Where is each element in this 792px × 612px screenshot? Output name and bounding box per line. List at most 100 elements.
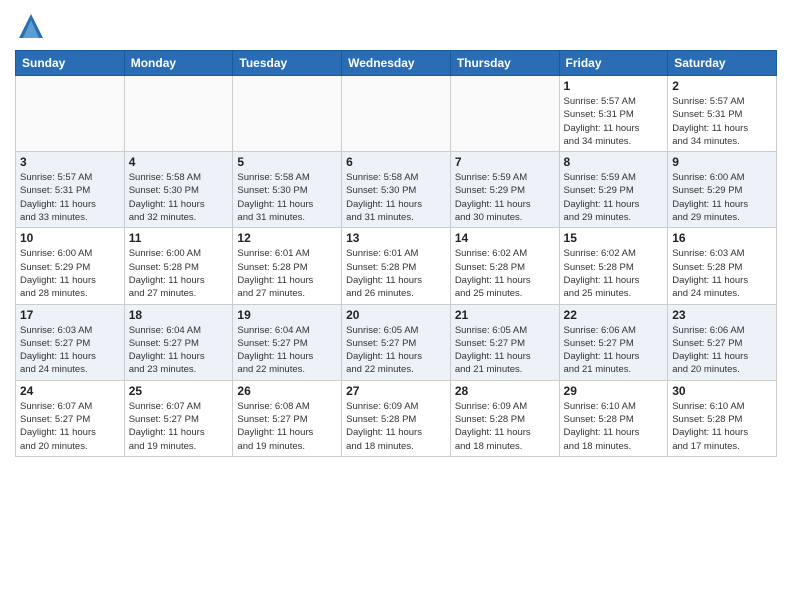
day-info: Sunrise: 6:10 AM Sunset: 5:28 PM Dayligh… bbox=[672, 400, 772, 453]
day-number: 16 bbox=[672, 231, 772, 245]
day-info: Sunrise: 6:00 AM Sunset: 5:29 PM Dayligh… bbox=[20, 247, 120, 300]
calendar-day-cell: 14 Sunrise: 6:02 AM Sunset: 5:28 PM Dayli… bbox=[450, 228, 559, 304]
weekday-header-wednesday: Wednesday bbox=[342, 51, 451, 76]
calendar-day-cell: 28 Sunrise: 6:09 AM Sunset: 5:28 PM Dayli… bbox=[450, 380, 559, 456]
calendar-day-cell: 11 Sunrise: 6:00 AM Sunset: 5:28 PM Dayli… bbox=[124, 228, 233, 304]
calendar-week-row: 17 Sunrise: 6:03 AM Sunset: 5:27 PM Dayli… bbox=[16, 304, 777, 380]
day-number: 2 bbox=[672, 79, 772, 93]
day-number: 14 bbox=[455, 231, 555, 245]
logo-icon bbox=[15, 10, 47, 42]
day-number: 3 bbox=[20, 155, 120, 169]
day-info: Sunrise: 6:01 AM Sunset: 5:28 PM Dayligh… bbox=[346, 247, 446, 300]
calendar-day-cell: 25 Sunrise: 6:07 AM Sunset: 5:27 PM Dayli… bbox=[124, 380, 233, 456]
day-info: Sunrise: 6:06 AM Sunset: 5:27 PM Dayligh… bbox=[672, 324, 772, 377]
calendar-day-cell: 15Sunrise: 6:02 AM Sunset: 5:28 PM Dayli… bbox=[559, 228, 668, 304]
day-number: 9 bbox=[672, 155, 772, 169]
calendar-day-cell: 22Sunrise: 6:06 AM Sunset: 5:27 PM Dayli… bbox=[559, 304, 668, 380]
day-number: 5 bbox=[237, 155, 337, 169]
day-number: 27 bbox=[346, 384, 446, 398]
weekday-header-friday: Friday bbox=[559, 51, 668, 76]
day-info: Sunrise: 6:05 AM Sunset: 5:27 PM Dayligh… bbox=[455, 324, 555, 377]
calendar-week-row: 24 Sunrise: 6:07 AM Sunset: 5:27 PM Dayli… bbox=[16, 380, 777, 456]
day-info: Sunrise: 5:57 AM Sunset: 5:31 PM Dayligh… bbox=[564, 95, 664, 148]
calendar-day-cell: 17 Sunrise: 6:03 AM Sunset: 5:27 PM Dayli… bbox=[16, 304, 125, 380]
calendar-day-cell: 3 Sunrise: 5:57 AM Sunset: 5:31 PM Daylig… bbox=[16, 152, 125, 228]
calendar-week-row: 1 Sunrise: 5:57 AM Sunset: 5:31 PM Daylig… bbox=[16, 76, 777, 152]
day-info: Sunrise: 5:57 AM Sunset: 5:31 PM Dayligh… bbox=[20, 171, 120, 224]
day-info: Sunrise: 5:58 AM Sunset: 5:30 PM Dayligh… bbox=[237, 171, 337, 224]
calendar-day-cell bbox=[342, 76, 451, 152]
calendar-day-cell bbox=[450, 76, 559, 152]
calendar-day-cell: 4 Sunrise: 5:58 AM Sunset: 5:30 PM Daylig… bbox=[124, 152, 233, 228]
day-number: 11 bbox=[129, 231, 229, 245]
calendar-day-cell: 13 Sunrise: 6:01 AM Sunset: 5:28 PM Dayli… bbox=[342, 228, 451, 304]
day-info: Sunrise: 6:04 AM Sunset: 5:27 PM Dayligh… bbox=[237, 324, 337, 377]
calendar-day-cell: 16 Sunrise: 6:03 AM Sunset: 5:28 PM Dayli… bbox=[668, 228, 777, 304]
calendar-day-cell: 1 Sunrise: 5:57 AM Sunset: 5:31 PM Daylig… bbox=[559, 76, 668, 152]
day-info: Sunrise: 6:08 AM Sunset: 5:27 PM Dayligh… bbox=[237, 400, 337, 453]
day-number: 1 bbox=[564, 79, 664, 93]
day-number: 25 bbox=[129, 384, 229, 398]
calendar: SundayMondayTuesdayWednesdayThursdayFrid… bbox=[15, 50, 777, 457]
day-info: Sunrise: 6:09 AM Sunset: 5:28 PM Dayligh… bbox=[455, 400, 555, 453]
day-number: 8 bbox=[564, 155, 664, 169]
calendar-day-cell bbox=[233, 76, 342, 152]
day-number: 21 bbox=[455, 308, 555, 322]
day-number: 7 bbox=[455, 155, 555, 169]
weekday-header-sunday: Sunday bbox=[16, 51, 125, 76]
calendar-day-cell: 20Sunrise: 6:05 AM Sunset: 5:27 PM Dayli… bbox=[342, 304, 451, 380]
day-info: Sunrise: 5:58 AM Sunset: 5:30 PM Dayligh… bbox=[129, 171, 229, 224]
calendar-day-cell bbox=[16, 76, 125, 152]
calendar-day-cell: 19Sunrise: 6:04 AM Sunset: 5:27 PM Dayli… bbox=[233, 304, 342, 380]
day-number: 22 bbox=[564, 308, 664, 322]
calendar-day-cell: 18 Sunrise: 6:04 AM Sunset: 5:27 PM Dayli… bbox=[124, 304, 233, 380]
calendar-day-cell bbox=[124, 76, 233, 152]
calendar-day-cell: 2 Sunrise: 5:57 AM Sunset: 5:31 PM Daylig… bbox=[668, 76, 777, 152]
page: SundayMondayTuesdayWednesdayThursdayFrid… bbox=[0, 0, 792, 612]
day-info: Sunrise: 5:58 AM Sunset: 5:30 PM Dayligh… bbox=[346, 171, 446, 224]
calendar-day-cell: 7 Sunrise: 5:59 AM Sunset: 5:29 PM Daylig… bbox=[450, 152, 559, 228]
weekday-header-monday: Monday bbox=[124, 51, 233, 76]
day-info: Sunrise: 6:01 AM Sunset: 5:28 PM Dayligh… bbox=[237, 247, 337, 300]
day-number: 13 bbox=[346, 231, 446, 245]
calendar-day-cell: 21 Sunrise: 6:05 AM Sunset: 5:27 PM Dayli… bbox=[450, 304, 559, 380]
day-number: 28 bbox=[455, 384, 555, 398]
header bbox=[15, 10, 777, 42]
calendar-day-cell: 10 Sunrise: 6:00 AM Sunset: 5:29 PM Dayli… bbox=[16, 228, 125, 304]
calendar-week-row: 3 Sunrise: 5:57 AM Sunset: 5:31 PM Daylig… bbox=[16, 152, 777, 228]
day-info: Sunrise: 6:03 AM Sunset: 5:27 PM Dayligh… bbox=[20, 324, 120, 377]
day-info: Sunrise: 6:07 AM Sunset: 5:27 PM Dayligh… bbox=[20, 400, 120, 453]
day-info: Sunrise: 6:03 AM Sunset: 5:28 PM Dayligh… bbox=[672, 247, 772, 300]
calendar-day-cell: 9Sunrise: 6:00 AM Sunset: 5:29 PM Daylig… bbox=[668, 152, 777, 228]
calendar-day-cell: 24 Sunrise: 6:07 AM Sunset: 5:27 PM Dayli… bbox=[16, 380, 125, 456]
day-number: 6 bbox=[346, 155, 446, 169]
calendar-day-cell: 8 Sunrise: 5:59 AM Sunset: 5:29 PM Daylig… bbox=[559, 152, 668, 228]
calendar-day-cell: 30 Sunrise: 6:10 AM Sunset: 5:28 PM Dayli… bbox=[668, 380, 777, 456]
calendar-day-cell: 12Sunrise: 6:01 AM Sunset: 5:28 PM Dayli… bbox=[233, 228, 342, 304]
calendar-day-cell: 6 Sunrise: 5:58 AM Sunset: 5:30 PM Daylig… bbox=[342, 152, 451, 228]
calendar-day-cell: 23Sunrise: 6:06 AM Sunset: 5:27 PM Dayli… bbox=[668, 304, 777, 380]
day-info: Sunrise: 6:02 AM Sunset: 5:28 PM Dayligh… bbox=[455, 247, 555, 300]
day-info: Sunrise: 6:07 AM Sunset: 5:27 PM Dayligh… bbox=[129, 400, 229, 453]
day-info: Sunrise: 5:57 AM Sunset: 5:31 PM Dayligh… bbox=[672, 95, 772, 148]
day-info: Sunrise: 6:02 AM Sunset: 5:28 PM Dayligh… bbox=[564, 247, 664, 300]
day-number: 10 bbox=[20, 231, 120, 245]
day-number: 18 bbox=[129, 308, 229, 322]
calendar-header-row: SundayMondayTuesdayWednesdayThursdayFrid… bbox=[16, 51, 777, 76]
day-number: 20 bbox=[346, 308, 446, 322]
day-number: 17 bbox=[20, 308, 120, 322]
day-info: Sunrise: 6:04 AM Sunset: 5:27 PM Dayligh… bbox=[129, 324, 229, 377]
day-info: Sunrise: 5:59 AM Sunset: 5:29 PM Dayligh… bbox=[455, 171, 555, 224]
day-info: Sunrise: 6:09 AM Sunset: 5:28 PM Dayligh… bbox=[346, 400, 446, 453]
weekday-header-tuesday: Tuesday bbox=[233, 51, 342, 76]
weekday-header-saturday: Saturday bbox=[668, 51, 777, 76]
day-info: Sunrise: 5:59 AM Sunset: 5:29 PM Dayligh… bbox=[564, 171, 664, 224]
day-number: 30 bbox=[672, 384, 772, 398]
day-number: 24 bbox=[20, 384, 120, 398]
day-info: Sunrise: 6:10 AM Sunset: 5:28 PM Dayligh… bbox=[564, 400, 664, 453]
day-number: 4 bbox=[129, 155, 229, 169]
day-info: Sunrise: 6:00 AM Sunset: 5:28 PM Dayligh… bbox=[129, 247, 229, 300]
weekday-header-thursday: Thursday bbox=[450, 51, 559, 76]
calendar-day-cell: 29Sunrise: 6:10 AM Sunset: 5:28 PM Dayli… bbox=[559, 380, 668, 456]
calendar-week-row: 10 Sunrise: 6:00 AM Sunset: 5:29 PM Dayli… bbox=[16, 228, 777, 304]
